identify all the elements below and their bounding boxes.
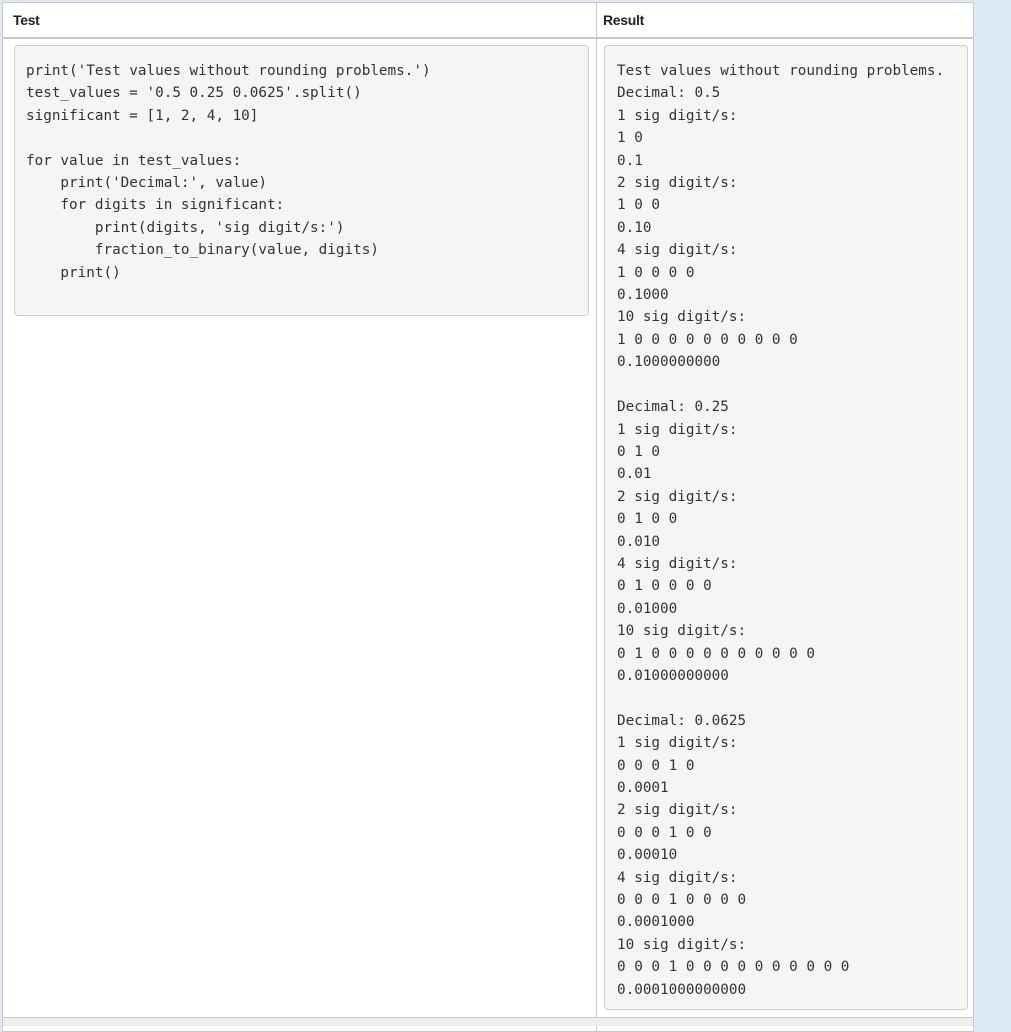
table-header-row: Test Result	[3, 3, 973, 39]
column-divider	[596, 3, 597, 1031]
result-output-text: Test values without rounding problems. D…	[617, 63, 945, 998]
next-row-edge	[3, 1017, 973, 1026]
test-code-block: print('Test values without rounding prob…	[14, 45, 589, 316]
test-results-table: Test Result print('Test values without r…	[2, 2, 974, 1032]
test-column-header: Test	[13, 12, 40, 28]
result-output-block: Test values without rounding problems. D…	[604, 45, 968, 1010]
result-column-header: Result	[603, 12, 644, 28]
test-code-text: print('Test values without rounding prob…	[26, 63, 431, 281]
